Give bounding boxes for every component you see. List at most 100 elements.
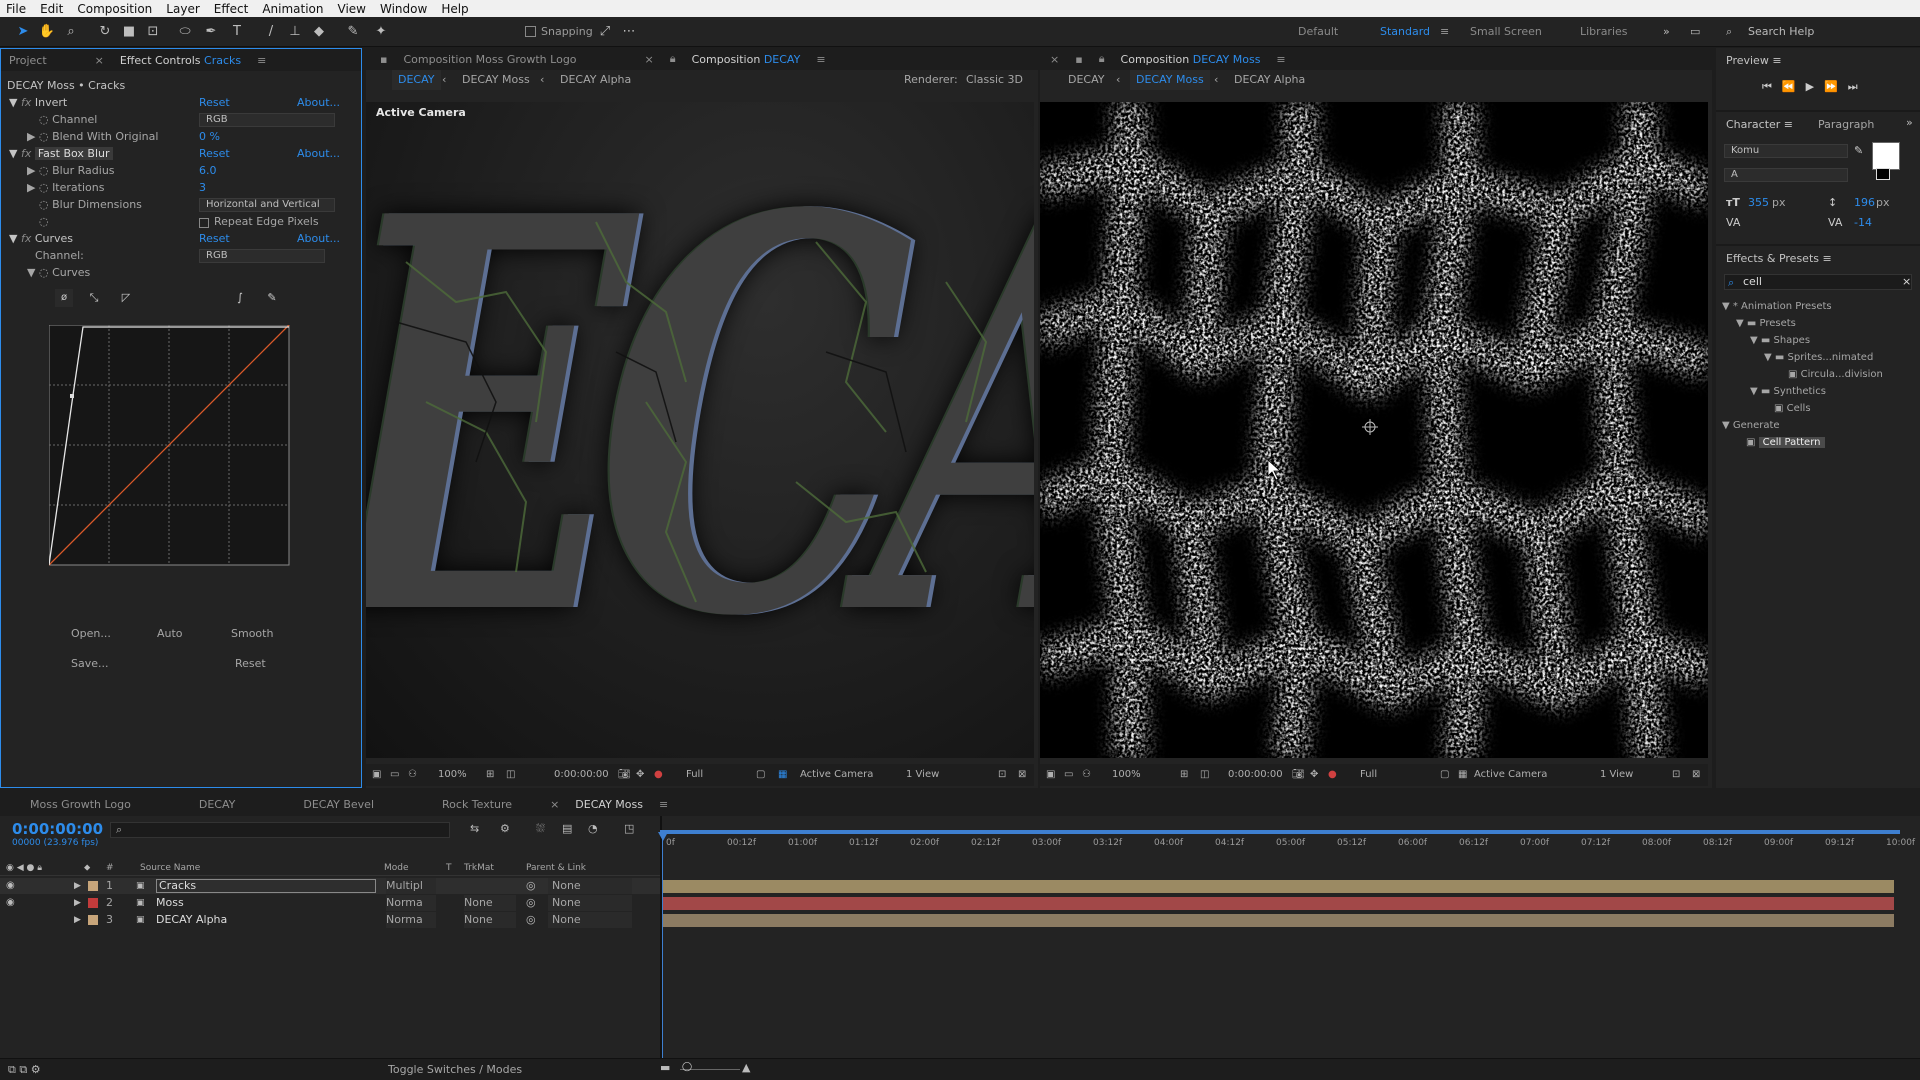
tab-decay-bevel[interactable]: DECAY Bevel [243,798,382,811]
curves-smooth-button[interactable]: Smooth [231,627,273,640]
eraser-tool-icon[interactable]: ◆ [310,23,328,41]
tab-paragraph[interactable]: Paragraph [1818,118,1874,131]
repeat-edge-pixels-checkbox[interactable] [199,218,209,228]
toggle-switches-modes[interactable]: Toggle Switches / Modes [388,1063,522,1076]
reset-exposure-icon[interactable]: ⊠ [1018,769,1026,780]
draft-3d-icon[interactable]: ⊡ [1672,769,1680,780]
fit-icon[interactable]: ⊞ [486,769,494,780]
grid-overlay-icon[interactable]: ▭ [390,769,399,780]
rotate-tool-icon[interactable]: ↻ [96,23,114,41]
layer-duration-bar[interactable] [662,914,1894,927]
renderer-value[interactable]: Classic 3D [966,70,1023,90]
blend-with-original-value[interactable]: 0 % [199,130,249,144]
iterations-value[interactable]: 3 [199,181,239,195]
curves-reset-button[interactable]: Reset [235,657,266,670]
resolution-dropdown[interactable]: Full [686,769,703,780]
layer-parent-dropdown[interactable]: None [548,895,632,911]
selection-tool-icon[interactable]: ➤ [14,23,32,41]
snapshot-icon[interactable]: 📷︎ [1292,769,1305,780]
layer-name[interactable]: Moss [156,895,184,911]
clone-stamp-tool-icon[interactable]: ⊥ [286,23,304,41]
playhead-handle-icon[interactable] [658,832,668,841]
comp-mini-flowchart-icon[interactable]: ⇆ [470,822,479,835]
region-of-interest-icon[interactable]: ▢ [1440,769,1449,780]
motion-blur-icon[interactable]: ◔ [588,822,598,835]
zoom-out-icon[interactable]: ▬ [660,1061,670,1074]
layer-label-color[interactable] [88,915,98,925]
grid-overlay-icon[interactable]: ▭ [1064,769,1073,780]
invert-channel-dropdown[interactable]: RGB [199,113,335,127]
mask-visibility-icon[interactable]: ⚇ [408,769,417,780]
panel-menu-icon[interactable]: ≡ [651,798,676,811]
more-workspaces-icon[interactable]: » [1663,25,1670,38]
brush-tool-icon[interactable]: / [262,23,280,41]
expand-panel-icon[interactable]: » [1906,116,1913,129]
timeline-layer-row[interactable]: ▶ 3 ▣ DECAY Alpha Norma None ◎ None [0,912,660,928]
zoom-tool-icon[interactable]: ⌕ [62,23,80,41]
layer-label-color[interactable] [88,898,98,908]
curves-reset-link[interactable]: Reset [199,232,239,246]
render-time-icon[interactable]: ⧉ ⧉ ⚙ [8,1063,41,1077]
layer-name[interactable]: DECAY Alpha [156,912,227,928]
fit-icon[interactable]: ⊞ [1180,769,1188,780]
tree-cell-pattern[interactable]: ▣ Cell Pattern [1746,436,1825,450]
search-help-input[interactable]: Search Help [1748,25,1814,38]
tab-effect-controls[interactable]: Effect Controls Cracks [112,54,249,67]
zoom-dropdown[interactable]: 100% [438,769,467,780]
camera-view-dropdown[interactable]: Active Camera [800,769,873,780]
panel-menu-icon[interactable]: ≡ [249,54,274,67]
visibility-eye-icon[interactable]: ◉ [6,895,15,911]
pan-behind-tool-icon[interactable]: ⊡ [144,23,162,41]
invert-reset-link[interactable]: Reset [199,96,239,110]
menu-file[interactable]: File [6,2,26,16]
current-time-indicator[interactable] [662,834,663,1080]
shy-layers-icon[interactable]: ⛆ [536,822,545,836]
menu-view[interactable]: View [338,2,366,16]
crumb-decay[interactable]: DECAY [392,70,441,90]
curves-save-button[interactable]: Save... [71,657,109,670]
fast-box-blur-about-link[interactable]: About... [297,147,347,161]
puppet-pin-tool-icon[interactable]: ✦ [372,23,390,41]
layer-parent-dropdown[interactable]: None [548,878,632,894]
timeline-layer-row[interactable]: ◉ ▶ 1 ▣ Cracks Multipl ◎ None [0,878,660,894]
menu-composition[interactable]: Composition [77,2,152,16]
tab-rock-texture[interactable]: Rock Texture [382,798,520,811]
curves-about-link[interactable]: About... [297,232,347,246]
work-area-bar[interactable] [660,830,1900,834]
tree-circular-division[interactable]: ▣ Circula...division [1788,368,1883,382]
zoom-in-icon[interactable]: ▲ [742,1061,750,1074]
toggle-transparency-icon[interactable]: ▦ [1458,769,1467,780]
reset-exposure-icon[interactable]: ⊠ [1692,769,1700,780]
blur-radius-value[interactable]: 6.0 [199,164,239,178]
close-tab-icon[interactable]: × [1040,53,1067,66]
show-channel-icon[interactable]: ✥ [636,769,644,780]
layer-trkmat-dropdown[interactable]: None [464,912,516,928]
graph-editor-icon[interactable]: ◳ [624,822,634,835]
font-style-dropdown[interactable]: A [1724,168,1848,182]
crumb-decay-alpha[interactable]: DECAY Alpha [1234,70,1305,90]
mask-visibility-icon[interactable]: ⚇ [1082,769,1091,780]
tab-character[interactable]: Character ≡ [1726,118,1793,131]
snap-options-icon[interactable]: ⤢ [596,23,614,41]
menu-edit[interactable]: Edit [40,2,63,16]
menu-effect[interactable]: Effect [214,2,249,16]
curves-size-small-icon[interactable]: ⤡ [85,289,103,307]
curves-auto-button[interactable]: Auto [157,627,183,640]
workspace-libraries[interactable]: Libraries [1580,25,1628,38]
previous-frame-icon[interactable]: ⏪ [1782,80,1806,93]
last-frame-icon[interactable]: ⏭ [1848,80,1868,93]
camera-tool-icon[interactable]: ■ [120,23,138,41]
blur-dimensions-dropdown[interactable]: Horizontal and Vertical [199,198,335,212]
lock-icon[interactable]: 🔒︎ [1091,52,1113,66]
tab-moss-growth-logo[interactable]: Composition Moss Growth Logo [395,53,584,66]
lock-icon[interactable]: 🔒︎ [662,52,684,66]
fill-color-swatch[interactable] [1872,142,1900,170]
comp-viewer-left[interactable]: ECA Active Camera [366,102,1034,758]
close-tab-icon[interactable]: × [520,798,567,811]
layer-duration-bar[interactable] [662,880,1894,893]
panel-menu-icon[interactable]: ≡ [1268,53,1293,66]
timeline-layer-row[interactable]: ◉ ▶ 2 ▣ Moss Norma None ◎ None [0,895,660,911]
crumb-decay-moss[interactable]: DECAY Moss [462,70,530,90]
layer-parent-dropdown[interactable]: None [548,912,632,928]
curves-bezier-tool-icon[interactable]: ∫ [231,289,249,307]
